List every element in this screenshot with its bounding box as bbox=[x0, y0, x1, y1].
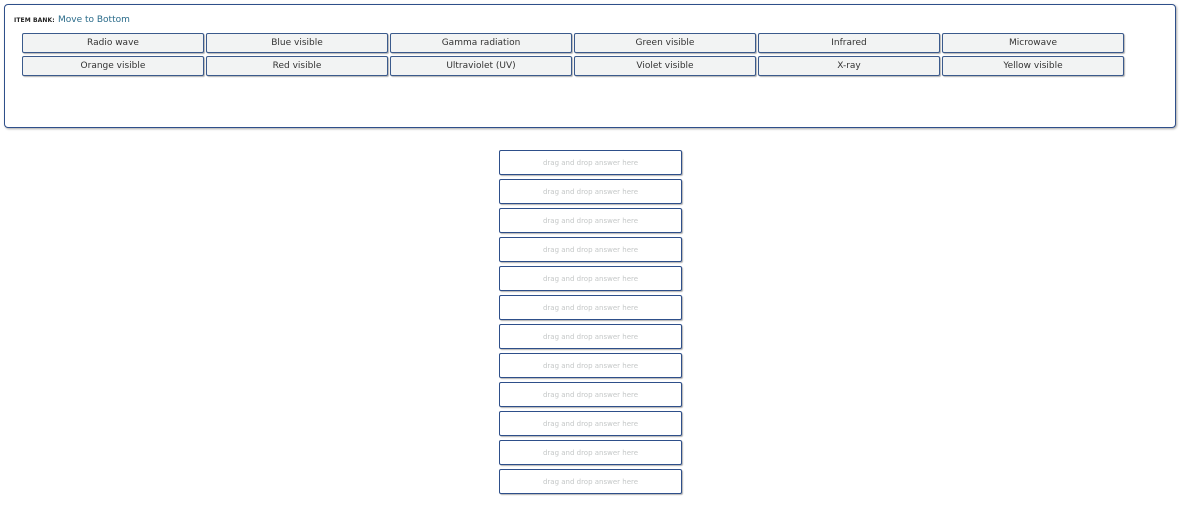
draggable-item[interactable]: X-ray bbox=[758, 56, 940, 76]
item-bank-label: ITEM BANK: bbox=[14, 17, 55, 24]
item-bank-items: Radio wave Blue visible Gamma radiation … bbox=[22, 33, 1132, 76]
draggable-item[interactable]: Violet visible bbox=[574, 56, 756, 76]
drop-zone[interactable]: drag and drop answer here bbox=[499, 150, 682, 175]
draggable-item[interactable]: Microwave bbox=[942, 33, 1124, 53]
drop-zone[interactable]: drag and drop answer here bbox=[499, 353, 682, 378]
draggable-item[interactable]: Orange visible bbox=[22, 56, 204, 76]
draggable-item[interactable]: Infrared bbox=[758, 33, 940, 53]
draggable-item[interactable]: Ultraviolet (UV) bbox=[390, 56, 572, 76]
item-bank: ITEM BANK: Move to Bottom Radio wave Blu… bbox=[4, 4, 1176, 128]
drop-zone-list: drag and drop answer here drag and drop … bbox=[499, 150, 682, 498]
item-bank-header: ITEM BANK: Move to Bottom bbox=[14, 14, 130, 27]
draggable-item[interactable]: Blue visible bbox=[206, 33, 388, 53]
drop-zone[interactable]: drag and drop answer here bbox=[499, 411, 682, 436]
move-to-bottom-link[interactable]: Move to Bottom bbox=[58, 15, 130, 25]
drop-zone[interactable]: drag and drop answer here bbox=[499, 469, 682, 494]
drop-zone[interactable]: drag and drop answer here bbox=[499, 324, 682, 349]
drop-zone[interactable]: drag and drop answer here bbox=[499, 440, 682, 465]
drop-zone[interactable]: drag and drop answer here bbox=[499, 179, 682, 204]
draggable-item[interactable]: Green visible bbox=[574, 33, 756, 53]
drop-zone[interactable]: drag and drop answer here bbox=[499, 382, 682, 407]
draggable-item[interactable]: Yellow visible bbox=[942, 56, 1124, 76]
draggable-item[interactable]: Red visible bbox=[206, 56, 388, 76]
draggable-item[interactable]: Radio wave bbox=[22, 33, 204, 53]
drop-zone[interactable]: drag and drop answer here bbox=[499, 295, 682, 320]
drop-zone[interactable]: drag and drop answer here bbox=[499, 266, 682, 291]
drop-zone[interactable]: drag and drop answer here bbox=[499, 208, 682, 233]
draggable-item[interactable]: Gamma radiation bbox=[390, 33, 572, 53]
drop-zone[interactable]: drag and drop answer here bbox=[499, 237, 682, 262]
